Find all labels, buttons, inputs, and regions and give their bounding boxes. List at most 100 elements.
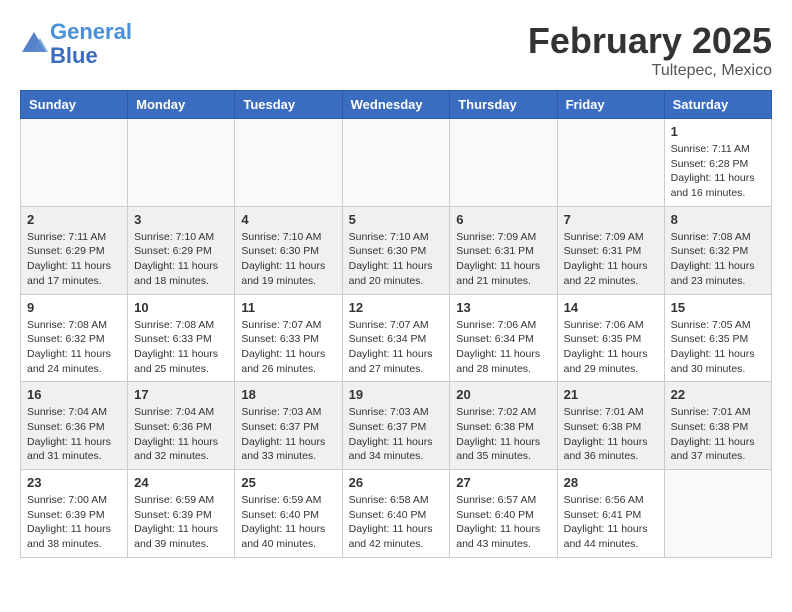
calendar-day-cell: 1 Sunrise: 7:11 AM Sunset: 6:28 PM Daylig…: [664, 119, 771, 207]
calendar-day-cell: [450, 119, 557, 207]
day-info: Sunrise: 6:59 AM Sunset: 6:40 PM Dayligh…: [241, 493, 335, 552]
day-number: 27: [456, 475, 550, 490]
calendar-day-cell: 15Sunrise: 7:05 AM Sunset: 6:35 PM Dayli…: [664, 294, 771, 382]
day-number: 23: [27, 475, 121, 490]
day-info: Sunrise: 6:57 AM Sunset: 6:40 PM Dayligh…: [456, 493, 550, 552]
calendar-day-cell: 17 Sunrise: 7:04 AM Sunset: 6:36 PM Dayli…: [128, 382, 235, 470]
day-info: Sunrise: 7:11 AM Sunset: 6:29 PM Dayligh…: [27, 230, 121, 289]
calendar-day-cell: [342, 119, 450, 207]
location-title: Tultepec, Mexico: [528, 62, 772, 80]
day-info: Sunrise: 6:56 AM Sunset: 6:41 PM Dayligh…: [564, 493, 658, 552]
day-number: 4: [241, 212, 335, 227]
day-info: Sunrise: 7:08 AM Sunset: 6:32 PM Dayligh…: [27, 318, 121, 377]
day-info: Sunrise: 7:04 AM Sunset: 6:36 PM Dayligh…: [134, 405, 228, 464]
day-info: Sunrise: 7:03 AM Sunset: 6:37 PM Dayligh…: [241, 405, 335, 464]
logo-general: General: [50, 19, 132, 44]
day-info: Sunrise: 7:02 AM Sunset: 6:38 PM Dayligh…: [456, 405, 550, 464]
weekday-header: Thursday: [450, 91, 557, 119]
calendar-day-cell: 21 Sunrise: 7:01 AM Sunset: 6:38 PM Dayli…: [557, 382, 664, 470]
weekday-header: Friday: [557, 91, 664, 119]
header: General Blue February 2025 Tultepec, Mex…: [20, 20, 772, 80]
day-info: Sunrise: 7:07 AM Sunset: 6:33 PM Dayligh…: [241, 318, 335, 377]
calendar-day-cell: 2 Sunrise: 7:11 AM Sunset: 6:29 PM Daylig…: [21, 206, 128, 294]
day-info: Sunrise: 7:04 AM Sunset: 6:36 PM Dayligh…: [27, 405, 121, 464]
calendar-day-cell: 5 Sunrise: 7:10 AM Sunset: 6:30 PM Daylig…: [342, 206, 450, 294]
day-number: 5: [349, 212, 444, 227]
calendar-day-cell: 3 Sunrise: 7:10 AM Sunset: 6:29 PM Daylig…: [128, 206, 235, 294]
calendar-week-row: 1 Sunrise: 7:11 AM Sunset: 6:28 PM Daylig…: [21, 119, 772, 207]
day-number: 18: [241, 387, 335, 402]
calendar-day-cell: 7 Sunrise: 7:09 AM Sunset: 6:31 PM Daylig…: [557, 206, 664, 294]
day-number: 24: [134, 475, 228, 490]
calendar-header-row: SundayMondayTuesdayWednesdayThursdayFrid…: [21, 91, 772, 119]
calendar-day-cell: 14 Sunrise: 7:06 AM Sunset: 6:35 PM Dayli…: [557, 294, 664, 382]
weekday-header: Monday: [128, 91, 235, 119]
day-info: Sunrise: 7:01 AM Sunset: 6:38 PM Dayligh…: [671, 405, 765, 464]
calendar: SundayMondayTuesdayWednesdayThursdayFrid…: [20, 90, 772, 558]
day-number: 22: [671, 387, 765, 402]
calendar-day-cell: [128, 119, 235, 207]
calendar-day-cell: 20 Sunrise: 7:02 AM Sunset: 6:38 PM Dayli…: [450, 382, 557, 470]
day-info: Sunrise: 7:08 AM Sunset: 6:33 PM Dayligh…: [134, 318, 228, 377]
day-info: Sunrise: 7:06 AM Sunset: 6:34 PM Dayligh…: [456, 318, 550, 377]
day-info: Sunrise: 6:58 AM Sunset: 6:40 PM Dayligh…: [349, 493, 444, 552]
calendar-day-cell: [21, 119, 128, 207]
day-info: Sunrise: 7:00 AM Sunset: 6:39 PM Dayligh…: [27, 493, 121, 552]
calendar-day-cell: 9 Sunrise: 7:08 AM Sunset: 6:32 PM Daylig…: [21, 294, 128, 382]
calendar-week-row: 23 Sunrise: 7:00 AM Sunset: 6:39 PM Dayli…: [21, 470, 772, 558]
calendar-day-cell: [664, 470, 771, 558]
calendar-day-cell: 11 Sunrise: 7:07 AM Sunset: 6:33 PM Dayli…: [235, 294, 342, 382]
calendar-day-cell: 22 Sunrise: 7:01 AM Sunset: 6:38 PM Dayli…: [664, 382, 771, 470]
calendar-day-cell: 18 Sunrise: 7:03 AM Sunset: 6:37 PM Dayli…: [235, 382, 342, 470]
day-info: Sunrise: 6:59 AM Sunset: 6:39 PM Dayligh…: [134, 493, 228, 552]
day-number: 3: [134, 212, 228, 227]
weekday-header: Tuesday: [235, 91, 342, 119]
day-info: Sunrise: 7:08 AM Sunset: 6:32 PM Dayligh…: [671, 230, 765, 289]
calendar-day-cell: 19 Sunrise: 7:03 AM Sunset: 6:37 PM Dayli…: [342, 382, 450, 470]
day-number: 20: [456, 387, 550, 402]
calendar-day-cell: 28 Sunrise: 6:56 AM Sunset: 6:41 PM Dayli…: [557, 470, 664, 558]
calendar-day-cell: 27 Sunrise: 6:57 AM Sunset: 6:40 PM Dayli…: [450, 470, 557, 558]
day-number: 7: [564, 212, 658, 227]
day-number: 14: [564, 300, 658, 315]
logo-text: General Blue: [50, 20, 132, 68]
day-number: 17: [134, 387, 228, 402]
calendar-week-row: 16Sunrise: 7:04 AM Sunset: 6:36 PM Dayli…: [21, 382, 772, 470]
day-number: 28: [564, 475, 658, 490]
day-number: 8: [671, 212, 765, 227]
calendar-day-cell: 12Sunrise: 7:07 AM Sunset: 6:34 PM Dayli…: [342, 294, 450, 382]
day-number: 9: [27, 300, 121, 315]
day-info: Sunrise: 7:10 AM Sunset: 6:29 PM Dayligh…: [134, 230, 228, 289]
calendar-day-cell: 4 Sunrise: 7:10 AM Sunset: 6:30 PM Daylig…: [235, 206, 342, 294]
calendar-day-cell: 10Sunrise: 7:08 AM Sunset: 6:33 PM Dayli…: [128, 294, 235, 382]
day-number: 26: [349, 475, 444, 490]
day-number: 19: [349, 387, 444, 402]
weekday-header: Wednesday: [342, 91, 450, 119]
calendar-day-cell: [557, 119, 664, 207]
calendar-day-cell: 24 Sunrise: 6:59 AM Sunset: 6:39 PM Dayli…: [128, 470, 235, 558]
day-number: 12: [349, 300, 444, 315]
calendar-day-cell: 8 Sunrise: 7:08 AM Sunset: 6:32 PM Daylig…: [664, 206, 771, 294]
weekday-header: Saturday: [664, 91, 771, 119]
day-number: 21: [564, 387, 658, 402]
day-number: 1: [671, 124, 765, 139]
title-section: February 2025 Tultepec, Mexico: [528, 20, 772, 80]
calendar-week-row: 9 Sunrise: 7:08 AM Sunset: 6:32 PM Daylig…: [21, 294, 772, 382]
day-info: Sunrise: 7:10 AM Sunset: 6:30 PM Dayligh…: [241, 230, 335, 289]
day-number: 25: [241, 475, 335, 490]
day-info: Sunrise: 7:01 AM Sunset: 6:38 PM Dayligh…: [564, 405, 658, 464]
day-number: 2: [27, 212, 121, 227]
day-number: 13: [456, 300, 550, 315]
calendar-day-cell: [235, 119, 342, 207]
day-number: 11: [241, 300, 335, 315]
day-info: Sunrise: 7:09 AM Sunset: 6:31 PM Dayligh…: [456, 230, 550, 289]
calendar-day-cell: 6Sunrise: 7:09 AM Sunset: 6:31 PM Daylig…: [450, 206, 557, 294]
logo-blue: Blue: [50, 43, 98, 68]
day-info: Sunrise: 7:03 AM Sunset: 6:37 PM Dayligh…: [349, 405, 444, 464]
day-info: Sunrise: 7:11 AM Sunset: 6:28 PM Dayligh…: [671, 142, 765, 201]
day-info: Sunrise: 7:10 AM Sunset: 6:30 PM Dayligh…: [349, 230, 444, 289]
day-info: Sunrise: 7:06 AM Sunset: 6:35 PM Dayligh…: [564, 318, 658, 377]
calendar-day-cell: 16Sunrise: 7:04 AM Sunset: 6:36 PM Dayli…: [21, 382, 128, 470]
day-info: Sunrise: 7:09 AM Sunset: 6:31 PM Dayligh…: [564, 230, 658, 289]
logo: General Blue: [20, 20, 132, 68]
